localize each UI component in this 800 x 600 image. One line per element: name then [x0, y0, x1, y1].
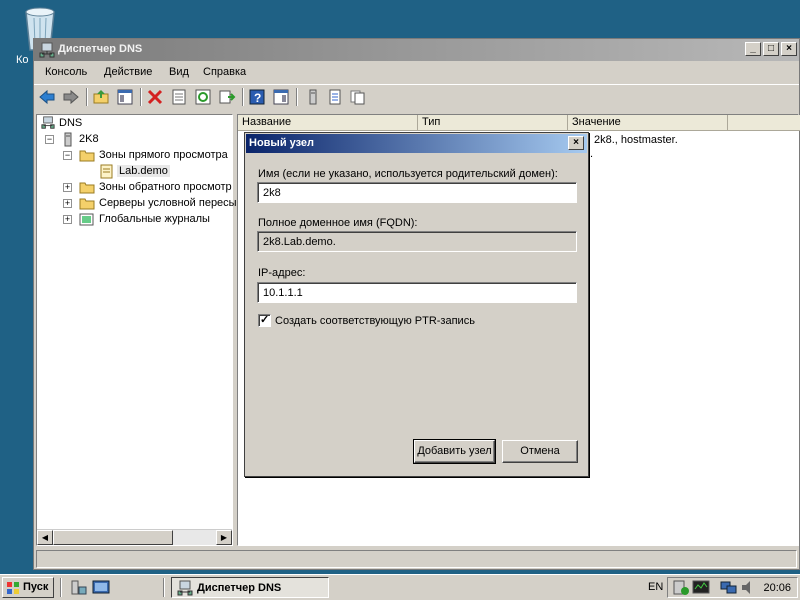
up-folder-icon[interactable]	[92, 88, 110, 106]
log-folder-icon	[79, 213, 94, 226]
scroll-left-arrow-icon[interactable]: ◀	[37, 530, 53, 545]
scroll-thumb[interactable]	[53, 530, 173, 545]
windows-logo-icon	[7, 582, 19, 594]
dns-app-icon	[39, 42, 55, 58]
dns-node-icon	[41, 116, 55, 129]
dns-app-icon	[177, 580, 193, 596]
volume-icon[interactable]	[740, 579, 756, 599]
performance-monitor-icon[interactable]	[692, 579, 710, 599]
menubar: Консоль Действие Вид Справка	[34, 62, 799, 82]
console-tree: DNS − 2K8 − Зоны прямого просмотра Lab.d…	[36, 114, 237, 546]
dialog-close-button[interactable]: ×	[568, 136, 584, 150]
copy-records-icon[interactable]	[348, 88, 366, 106]
expand-global-logs-toggle[interactable]: +	[63, 215, 72, 224]
language-indicator[interactable]: EN	[648, 581, 663, 593]
system-tray: 20:06	[667, 577, 798, 598]
properties-icon[interactable]	[170, 88, 188, 106]
maximize-button[interactable]: □	[763, 42, 779, 56]
host-name-label: Имя (если не указано, используется родит…	[258, 168, 558, 180]
fqdn-field: 2k8.Lab.demo.	[257, 231, 577, 252]
taskbar: Пуск Диспетчер DNS EN 20:06	[0, 574, 800, 600]
host-name-input[interactable]	[257, 182, 577, 203]
menu-help[interactable]: Справка	[203, 66, 246, 78]
start-button[interactable]: Пуск	[2, 577, 54, 598]
ip-address-label: IP-адрес:	[258, 267, 306, 279]
fqdn-label: Полное доменное имя (FQDN):	[258, 217, 418, 229]
expand-server-toggle[interactable]: −	[45, 135, 54, 144]
record-list-icon[interactable]	[326, 88, 344, 106]
add-host-button[interactable]: Добавить узел	[413, 439, 496, 464]
server-icon[interactable]	[304, 88, 322, 106]
cancel-button[interactable]: Отмена	[502, 440, 578, 463]
tree-horizontal-scrollbar[interactable]: ◀ ▶	[37, 529, 232, 545]
status-bar	[36, 550, 797, 568]
security-shield-icon[interactable]	[672, 579, 690, 599]
network-icon[interactable]	[720, 579, 738, 599]
clock[interactable]: 20:06	[763, 582, 791, 594]
show-hide-tree-icon[interactable]	[116, 88, 134, 106]
minimize-button[interactable]: _	[745, 42, 761, 56]
toolbar: ?	[34, 84, 799, 110]
column-header-type[interactable]: Тип	[418, 115, 568, 131]
expand-forward-zones-toggle[interactable]: −	[63, 151, 72, 160]
server-manager-quicklaunch-icon[interactable]	[70, 579, 88, 599]
folder-icon	[79, 198, 95, 210]
record-value-cell: 2k8., hostmaster.	[594, 134, 678, 146]
new-host-dialog: Новый узел × Имя (если не указано, испол…	[244, 132, 589, 477]
refresh-icon[interactable]	[194, 88, 212, 106]
record-value-cell: .	[590, 148, 594, 160]
create-ptr-label[interactable]: Создать соответствующую PTR-запись	[275, 315, 475, 327]
dialog-title: Новый узел	[249, 137, 315, 149]
expand-conditional-forwarders-toggle[interactable]: +	[63, 199, 72, 208]
show-desktop-quicklaunch-icon[interactable]	[92, 579, 110, 599]
window-title: Диспетчер DNS	[58, 43, 143, 55]
export-list-icon[interactable]	[218, 88, 236, 106]
menu-action[interactable]: Действие	[104, 66, 152, 78]
delete-icon[interactable]	[146, 88, 164, 106]
close-button[interactable]: ×	[781, 42, 797, 56]
column-header-name[interactable]: Название	[238, 115, 418, 131]
desktop-icon-label: Ко	[16, 54, 29, 66]
show-action-pane-icon[interactable]	[272, 88, 290, 106]
folder-icon	[79, 182, 95, 194]
menu-console[interactable]: Консоль	[45, 66, 87, 78]
help-icon[interactable]: ?	[248, 88, 266, 106]
zone-file-icon	[100, 164, 113, 179]
folder-icon	[79, 150, 95, 162]
menu-view[interactable]: Вид	[169, 66, 189, 78]
svg-text:?: ?	[254, 91, 261, 105]
dialog-titlebar[interactable]: Новый узел ×	[246, 134, 587, 153]
forward-arrow-icon[interactable]	[62, 88, 80, 106]
create-ptr-checkbox[interactable]: ✓	[258, 314, 271, 327]
checkmark-icon: ✓	[260, 314, 270, 326]
taskbar-button-dns-manager[interactable]: Диспетчер DNS	[171, 577, 329, 598]
ip-address-input[interactable]	[257, 282, 577, 303]
back-arrow-icon[interactable]	[38, 88, 56, 106]
window-titlebar[interactable]: Диспетчер DNS _ □ ×	[34, 39, 799, 61]
column-header-empty	[728, 115, 800, 131]
expand-reverse-zones-toggle[interactable]: +	[63, 183, 72, 192]
column-header-value[interactable]: Значение	[568, 115, 728, 131]
scroll-right-arrow-icon[interactable]: ▶	[216, 530, 232, 545]
server-node-icon	[64, 132, 72, 147]
